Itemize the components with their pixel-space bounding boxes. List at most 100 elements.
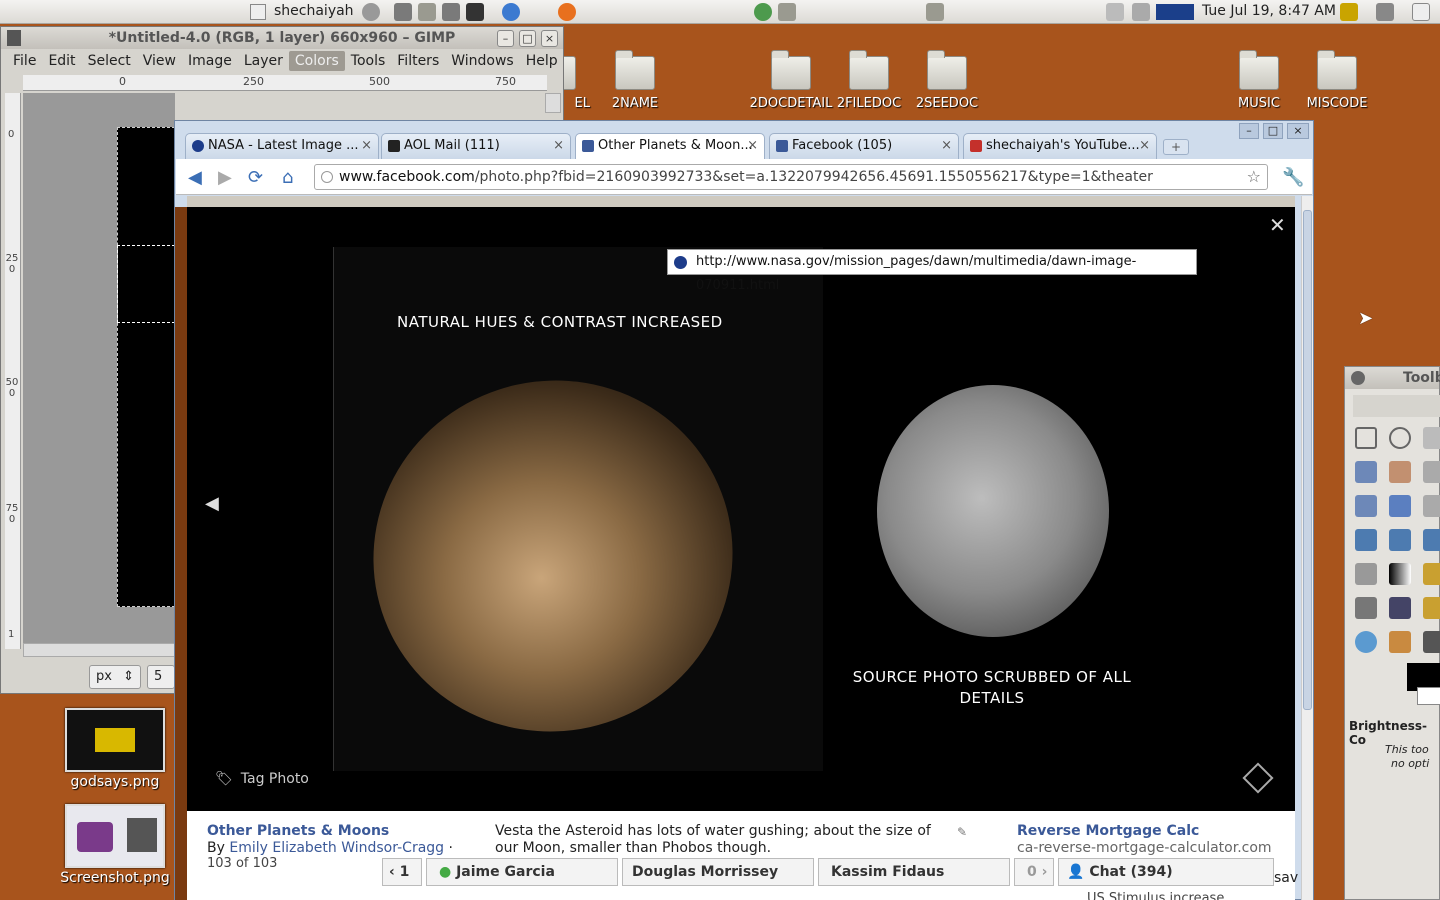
minimize-icon[interactable]: –: [1239, 123, 1259, 139]
desktop-folder-2docdetail[interactable]: 2DOCDETAIL: [746, 50, 836, 111]
shear-icon[interactable]: [1389, 529, 1411, 551]
tab-aol-mail[interactable]: AOL Mail (111) ×: [381, 133, 571, 159]
align-icon[interactable]: [1423, 495, 1440, 517]
chat-tab-jaime[interactable]: ● Jaime Garcia: [426, 858, 618, 886]
minimize-icon[interactable]: –: [497, 30, 514, 47]
menu-windows[interactable]: Windows: [445, 51, 520, 71]
scale-icon[interactable]: [1355, 529, 1377, 551]
ad-url[interactable]: ca-reverse-mortgage-calculator.com: [1017, 840, 1272, 856]
chat-scroll-right[interactable]: 0 ›: [1014, 858, 1054, 886]
close-icon[interactable]: ×: [541, 30, 558, 47]
wrench-icon[interactable]: 🔧: [1282, 167, 1304, 188]
globe-icon[interactable]: [754, 3, 772, 21]
desktop-folder-miscode[interactable]: MISCODE: [1292, 50, 1382, 111]
tab-close-icon[interactable]: ×: [361, 134, 372, 158]
desktop-folder-2filedoc[interactable]: 2FILEDOC: [824, 50, 914, 111]
rect-select-icon[interactable]: [1355, 427, 1377, 449]
printer-icon[interactable]: [1106, 3, 1124, 21]
chat-scroll-left[interactable]: ‹ 1: [382, 858, 422, 886]
forward-icon[interactable]: ▶: [218, 167, 232, 188]
panel-clock[interactable]: Tue Jul 19, 8:47 AM: [1202, 3, 1336, 19]
zoom-select[interactable]: 5: [147, 665, 175, 689]
tab-facebook[interactable]: Facebook (105) ×: [769, 133, 959, 159]
home-icon[interactable]: ⌂: [282, 167, 293, 188]
mail-icon[interactable]: [1412, 3, 1430, 21]
menu-file[interactable]: File: [7, 51, 42, 71]
clone-icon[interactable]: [1423, 597, 1440, 619]
tab-close-icon[interactable]: ×: [553, 134, 564, 158]
menu-view[interactable]: View: [137, 51, 182, 71]
paths-icon[interactable]: [1355, 495, 1377, 517]
gimp-canvas-area[interactable]: [23, 93, 175, 649]
vertical-ruler[interactable]: 0 250 500 750 1: [5, 93, 21, 649]
file-thumb-godsays[interactable]: [65, 708, 165, 772]
menu-select[interactable]: Select: [82, 51, 137, 71]
desktop-folder-2name[interactable]: 2NAME: [590, 50, 680, 111]
horizontal-ruler[interactable]: 0 250 500 750: [23, 75, 547, 91]
terminal-icon[interactable]: [466, 3, 484, 21]
scissors-icon[interactable]: [1355, 461, 1377, 483]
source-url-box[interactable]: http://www.nasa.gov/mission_pages/dawn/m…: [667, 249, 1197, 293]
dodge-icon[interactable]: [1423, 631, 1440, 653]
gimp-titlebar[interactable]: *Untitled-4.0 (RGB, 1 layer) 660x960 – G…: [1, 27, 563, 49]
ellipse-select-icon[interactable]: [1389, 427, 1411, 449]
ad-title[interactable]: Reverse Mortgage Calc: [1017, 823, 1199, 839]
file-label-godsays[interactable]: godsays.png: [60, 774, 170, 790]
menu-help[interactable]: Help: [520, 51, 564, 71]
desktop-folder-2seedoc[interactable]: 2SEEDOC: [902, 50, 992, 111]
perspective-icon[interactable]: [1423, 529, 1440, 551]
tab-other-planets[interactable]: Other Planets & Moon... ×: [575, 133, 765, 161]
vertical-scrollbar[interactable]: [545, 93, 561, 113]
new-tab-button[interactable]: +: [1163, 139, 1189, 155]
folder-icon[interactable]: [926, 3, 944, 21]
tab-close-icon[interactable]: ×: [941, 134, 952, 158]
chat-tab-douglas[interactable]: Douglas Morrissey: [622, 858, 814, 886]
star-icon[interactable]: ☆: [1247, 165, 1261, 189]
system-icon[interactable]: [394, 3, 412, 21]
ink-icon[interactable]: [1389, 597, 1411, 619]
tab-youtube[interactable]: shechaiyah's YouTube... ×: [963, 133, 1157, 159]
menu-colors[interactable]: Colors: [288, 51, 345, 71]
tab-nasa[interactable]: NASA - Latest Image ... ×: [185, 133, 379, 159]
close-icon[interactable]: ×: [1287, 123, 1309, 139]
tag-photo-button[interactable]: 🏷 Tag Photo: [215, 771, 309, 787]
author-link[interactable]: Emily Elizabeth Windsor-Cragg: [229, 840, 444, 856]
move-icon[interactable]: [1389, 495, 1411, 517]
maximize-icon[interactable]: □: [519, 30, 536, 47]
menu-layer[interactable]: Layer: [238, 51, 289, 71]
tab-close-icon[interactable]: ×: [747, 134, 758, 158]
background-color-swatch[interactable]: [1417, 687, 1440, 705]
lasso-icon[interactable]: [1423, 427, 1440, 449]
power-icon[interactable]: [362, 3, 380, 21]
airbrush-icon[interactable]: [1355, 597, 1377, 619]
page-scrollbar[interactable]: [1301, 196, 1313, 900]
folder-icon[interactable]: [778, 3, 796, 21]
foreground-select-icon[interactable]: [1389, 461, 1411, 483]
chat-app-icon[interactable]: [502, 3, 520, 21]
folder-icon[interactable]: [418, 3, 436, 21]
menu-edit[interactable]: Edit: [42, 51, 81, 71]
firefox-icon[interactable]: [558, 3, 576, 21]
previous-photo-icon[interactable]: ◀: [205, 493, 219, 514]
unit-select[interactable]: px ⇕: [89, 665, 141, 689]
close-icon[interactable]: ✕: [1269, 213, 1286, 237]
reload-icon[interactable]: ⟳: [248, 167, 263, 188]
gimp-app-icon[interactable]: [7, 30, 21, 46]
address-bar[interactable]: www.facebook.com/photo.php?fbid=21609039…: [314, 164, 1268, 190]
desktop-folder-music[interactable]: MUSIC: [1214, 50, 1304, 111]
file-thumb-screenshot[interactable]: [65, 804, 165, 868]
tab-close-icon[interactable]: ×: [1139, 134, 1150, 158]
smudge-icon[interactable]: [1389, 631, 1411, 653]
gradient-icon[interactable]: [1389, 563, 1411, 585]
edit-pencil-icon[interactable]: ✎: [957, 825, 967, 839]
toolbox-titlebar[interactable]: Toolb: [1345, 367, 1440, 389]
menu-image[interactable]: Image: [182, 51, 238, 71]
chat-tab-kassim[interactable]: Kassim Fidaus: [818, 858, 1010, 886]
window-list-icon[interactable]: [250, 4, 266, 20]
bucket-fill-icon[interactable]: [1355, 563, 1377, 585]
settings-icon[interactable]: [442, 3, 460, 21]
maximize-icon[interactable]: □: [1263, 123, 1283, 139]
menu-filters[interactable]: Filters: [391, 51, 445, 71]
chat-button[interactable]: 👤 Chat (394): [1058, 858, 1274, 886]
horizontal-scrollbar[interactable]: [23, 643, 175, 657]
